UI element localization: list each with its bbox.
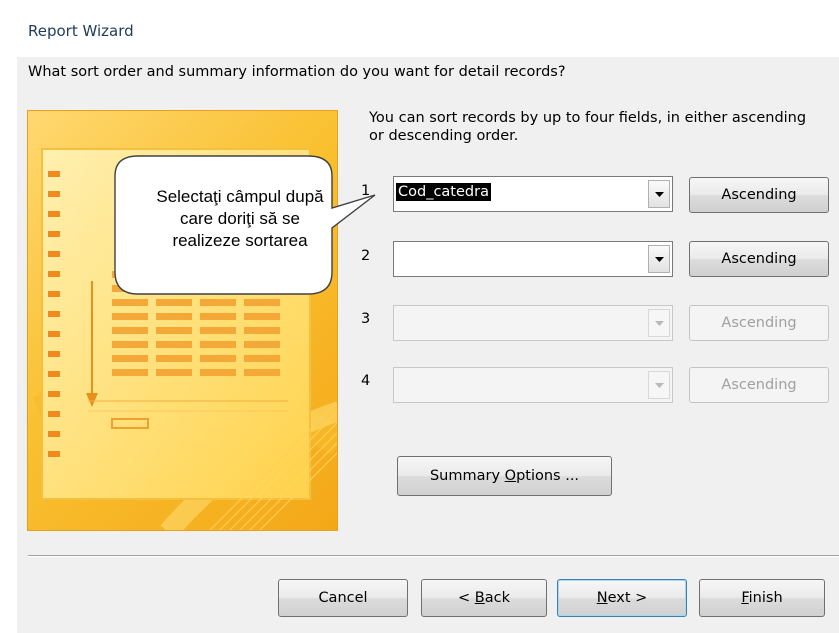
sort-description: You can sort records by up to four field…	[369, 110, 807, 144]
sort-order-4-button[interactable]: Ascending	[689, 367, 829, 403]
sort-field-4-combo[interactable]	[393, 367, 673, 403]
back-label-post: ack	[484, 590, 510, 606]
sort-level-2-number: 2	[361, 248, 371, 264]
next-button[interactable]: Next >	[557, 579, 687, 617]
window-title: Report Wizard	[28, 22, 134, 40]
back-button[interactable]: < Back	[421, 579, 547, 617]
sort-field-3-dropdown-button[interactable]	[648, 309, 670, 337]
next-label-post: ext >	[607, 590, 648, 606]
summary-options-label-post: ptions ...	[516, 468, 580, 484]
sort-field-3-combo[interactable]	[393, 305, 673, 341]
back-hotkey: B	[474, 590, 485, 606]
finish-label-post: inish	[748, 590, 783, 606]
sort-level-3-number: 3	[361, 311, 371, 327]
footer-separator	[28, 555, 839, 557]
chevron-down-icon	[655, 192, 664, 197]
finish-button[interactable]: Finish	[699, 579, 825, 617]
wizard-question: What sort order and summary information …	[28, 64, 566, 80]
cancel-button[interactable]: Cancel	[278, 579, 408, 617]
sort-field-2-combo[interactable]	[393, 241, 673, 277]
summary-options-label-pre: Summary	[429, 468, 505, 484]
sort-level-4-number: 4	[361, 373, 371, 389]
sort-field-4-dropdown-button[interactable]	[648, 371, 670, 399]
sort-level-1-number: 1	[361, 183, 371, 199]
sort-order-2-button[interactable]: Ascending	[689, 241, 829, 277]
report-illustration-icon	[32, 148, 337, 530]
callout-line-2: care doriţi să se	[180, 209, 300, 228]
chevron-down-icon	[655, 257, 664, 262]
next-hotkey: N	[596, 590, 608, 606]
summary-options-hotkey: O	[504, 468, 517, 484]
wizard-illustration	[27, 110, 338, 531]
finish-hotkey: F	[741, 590, 749, 606]
chevron-down-icon	[655, 321, 664, 326]
callout-line-3: realizeze sortarea	[172, 231, 308, 250]
callout-text: Selectaţi câmpul după care doriţi să se …	[120, 186, 360, 252]
chevron-down-icon	[655, 383, 664, 388]
callout-line-1: Selectaţi câmpul după	[156, 187, 324, 206]
sort-field-2-dropdown-button[interactable]	[648, 245, 670, 273]
sort-field-1-value[interactable]: Cod_catedra	[396, 183, 491, 201]
sort-field-1-combo[interactable]: Cod_catedra	[393, 176, 673, 212]
sort-field-1-dropdown-button[interactable]	[648, 180, 670, 208]
summary-options-button[interactable]: Summary Options ...	[397, 456, 612, 496]
title-bar: Report Wizard	[0, 0, 839, 58]
back-label-pre: <	[458, 590, 475, 606]
sort-order-3-button[interactable]: Ascending	[689, 305, 829, 341]
sort-order-1-button[interactable]: Ascending	[689, 177, 829, 213]
